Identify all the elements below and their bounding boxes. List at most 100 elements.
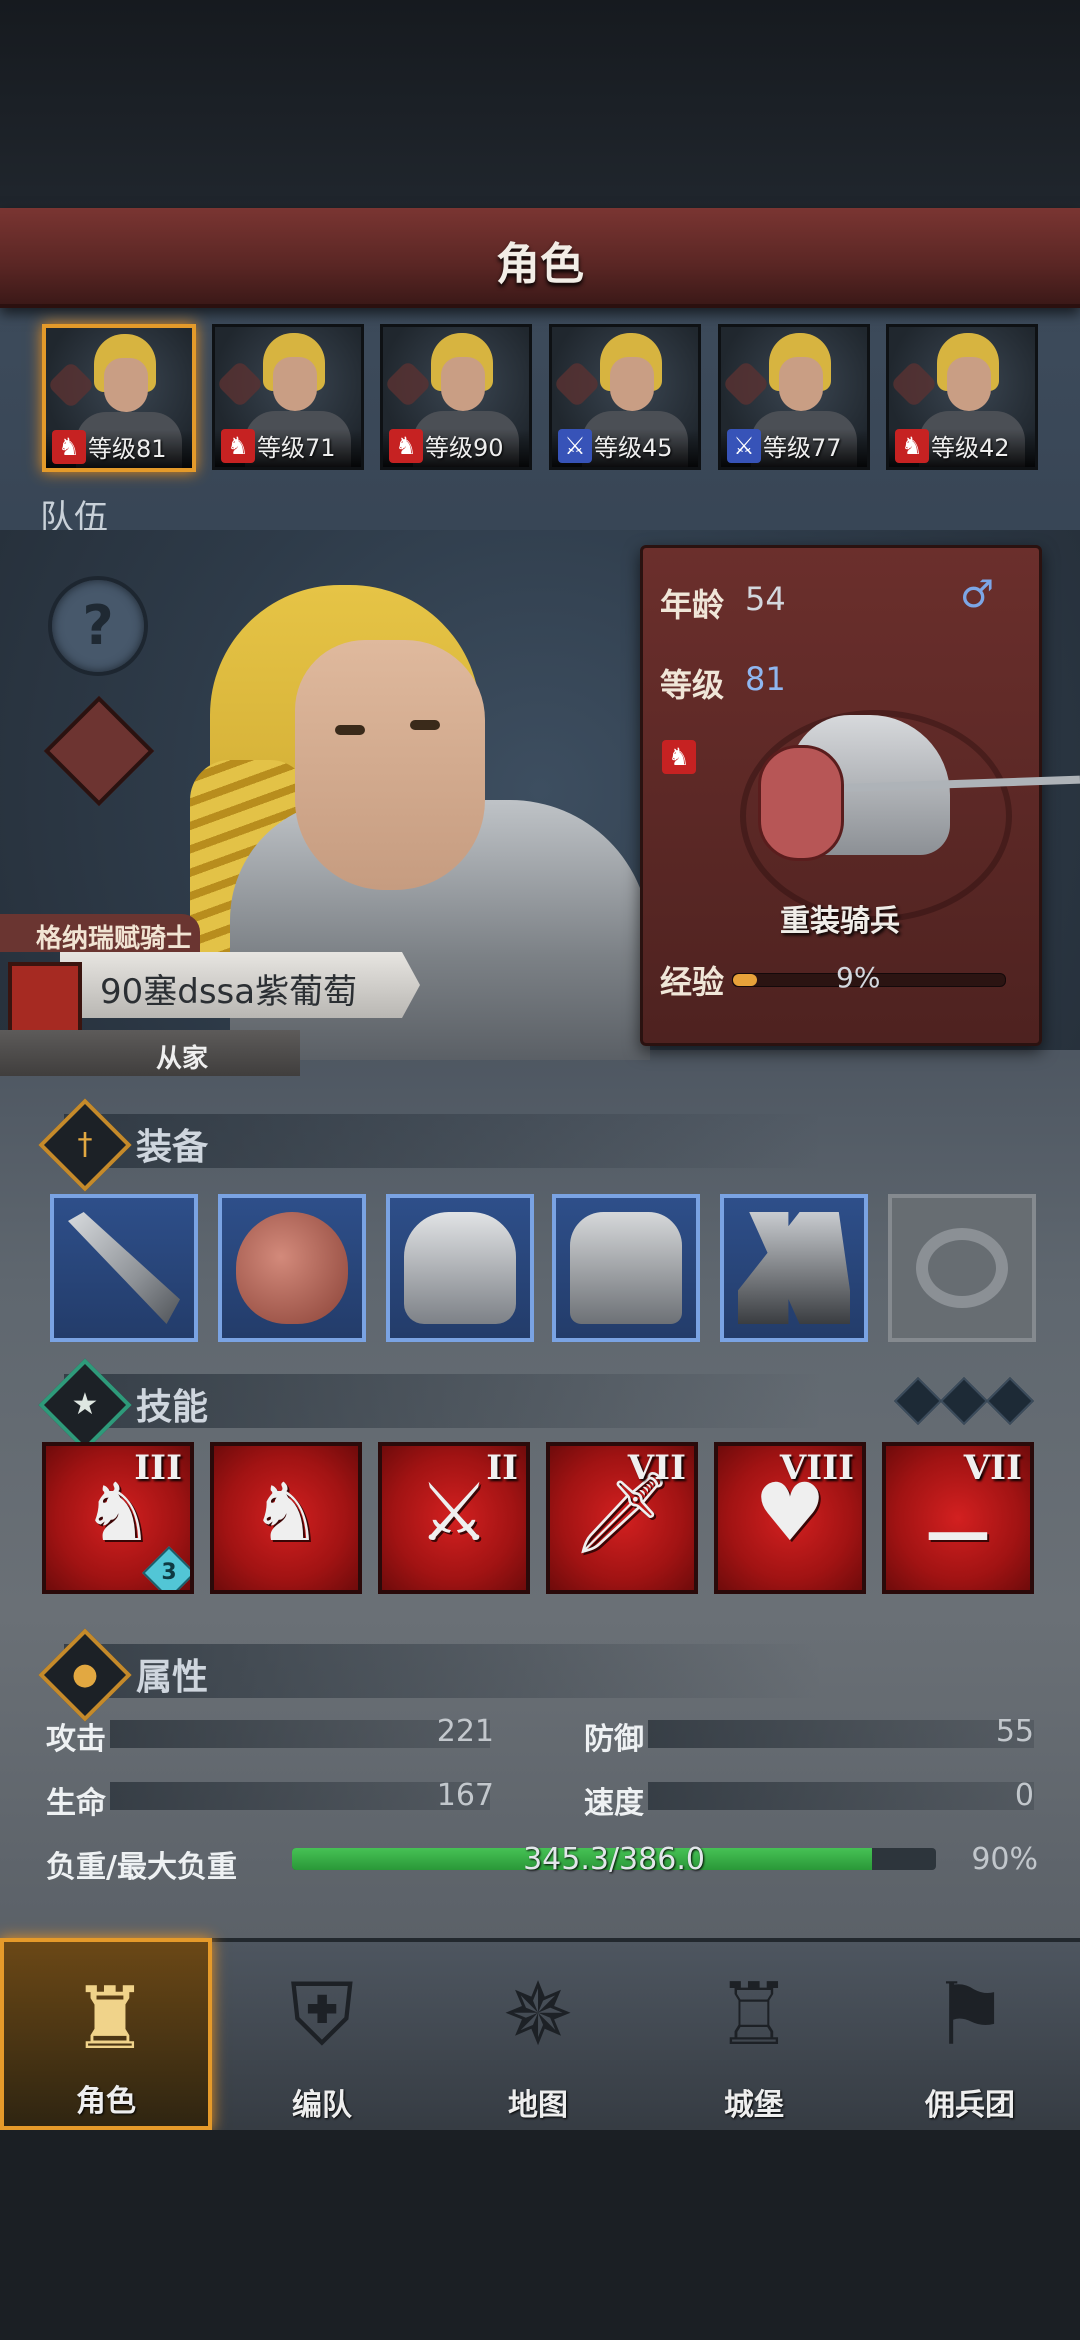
age-label: 年龄	[660, 586, 725, 624]
load-label: 负重/最大负重	[46, 1850, 237, 1885]
speed-label: 速度	[584, 1786, 644, 1821]
nav-tab-2[interactable]: ⛨ 编队	[216, 1938, 428, 2130]
portrait-face	[273, 357, 317, 411]
skill-tile[interactable]: ♥ VIII	[714, 1442, 866, 1594]
load-value: 345.3/386.0	[523, 1842, 705, 1877]
helmet-icon	[404, 1212, 516, 1324]
hero-name: 90塞dssa紫葡萄	[100, 972, 358, 1012]
mercenary-icon: ⚑	[931, 1965, 1009, 2065]
roster-card[interactable]: ⚔ 等级45	[549, 324, 701, 470]
nav-tab-5[interactable]: ⚑ 佣兵团	[864, 1938, 1076, 2130]
equipment-title: 装备	[136, 1127, 209, 1168]
screen-title: 角色	[496, 239, 584, 290]
nav-label: 编队	[292, 2088, 352, 2123]
skill-icon: ♞	[250, 1466, 322, 1559]
top-shade	[0, 0, 1080, 210]
portrait-face	[947, 357, 991, 411]
boots-icon	[738, 1212, 850, 1324]
roster-card[interactable]: ♞ 等级71	[212, 324, 364, 470]
skill-tile[interactable]: ♞ III 3	[42, 1442, 194, 1594]
unit-class-name: 重装骑兵	[780, 904, 900, 939]
sword-class-icon: ⚔	[558, 429, 592, 463]
skill-rank: VIII	[779, 1448, 854, 1488]
skill-tile[interactable]: ⚔ II	[378, 1442, 530, 1594]
nav-label: 角色	[76, 2084, 136, 2119]
hero-eye-left	[335, 725, 365, 735]
hero-eye-right	[410, 720, 440, 730]
skill-rank: VII	[963, 1448, 1022, 1488]
question-icon: ?	[82, 594, 114, 657]
hero-role: 从家	[156, 1044, 209, 1074]
defense-label: 防御	[584, 1722, 644, 1757]
portrait-face	[779, 357, 823, 411]
class-glyph: ♞	[901, 432, 923, 460]
nav-label: 城堡	[724, 2088, 784, 2123]
defense-value: 55	[995, 1714, 1034, 1749]
roster-card[interactable]: ⚔ 等级77	[718, 324, 870, 470]
exp-percent: 9%	[836, 961, 881, 994]
skill-rank: VII	[627, 1448, 686, 1488]
class-glyph: ♞	[58, 433, 80, 461]
knight-icon: ♜	[71, 1969, 149, 2069]
nav-tab-4[interactable]: ♖ 城堡	[648, 1938, 860, 2130]
nav-tab-3[interactable]: ✵ 地图	[432, 1938, 644, 2130]
armor-icon	[570, 1212, 682, 1324]
class-glyph: ⚔	[564, 432, 586, 460]
hero-title: 格纳瑞赋骑士	[36, 924, 193, 954]
class-glyph: ♞	[395, 432, 417, 460]
help-button[interactable]: ?	[48, 576, 148, 676]
male-icon: ♂	[960, 572, 995, 616]
hp-value: 167	[436, 1778, 494, 1813]
level-value: 81	[745, 660, 786, 698]
attributes-title: 属性	[136, 1657, 209, 1698]
skills-title: 技能	[136, 1387, 209, 1428]
nav-tab-1[interactable]: ♜ 角色	[0, 1938, 212, 2130]
portrait-face	[441, 357, 485, 411]
equipment-slot[interactable]	[50, 1194, 198, 1342]
equipment-slot[interactable]	[720, 1194, 868, 1342]
lance-icon	[68, 1212, 180, 1324]
attack-value: 221	[436, 1714, 494, 1749]
age-value: 54	[745, 580, 786, 618]
load-percent: 90%	[971, 1842, 1038, 1877]
portrait-face	[104, 358, 148, 412]
equipment-slot[interactable]	[386, 1194, 534, 1342]
skill-rank: II	[486, 1448, 518, 1488]
compass-icon: ✵	[501, 1965, 575, 2065]
equipment-slot[interactable]	[218, 1194, 366, 1342]
equipment-slot[interactable]	[552, 1194, 700, 1342]
cavalry-class-icon: ♞	[52, 430, 86, 464]
attack-label: 攻击	[46, 1722, 106, 1757]
roster-level: 等级71	[257, 434, 336, 462]
class-glyph: ♞	[227, 432, 249, 460]
roster-level: 等级42	[931, 434, 1010, 462]
roster-level: 等级90	[425, 434, 504, 462]
speed-value: 0	[1014, 1778, 1034, 1813]
shield-figure	[758, 745, 844, 861]
exp-bar-fill	[733, 974, 758, 986]
sword-class-icon: ⚔	[727, 429, 761, 463]
ring-icon	[916, 1228, 1008, 1308]
skill-level-number: 3	[161, 1560, 177, 1585]
hero-face	[295, 640, 485, 890]
roster-card[interactable]: ♞ 等级90	[380, 324, 532, 470]
castle-icon: ♖	[715, 1965, 793, 2065]
cavalry-class-icon: ♞	[662, 740, 696, 774]
bottom-shade	[0, 2130, 1080, 2340]
skill-tile[interactable]: ⚊ VII	[882, 1442, 1034, 1594]
roster-level: 等级81	[88, 435, 167, 463]
nav-label: 佣兵团	[925, 2088, 1015, 2123]
shield-icon	[236, 1212, 348, 1324]
roster-card[interactable]: ♞ 等级81	[42, 324, 196, 472]
equipment-slot[interactable]	[888, 1194, 1036, 1342]
skill-tile[interactable]: 🗡 VII	[546, 1442, 698, 1594]
skill-tile[interactable]: ♞	[210, 1442, 362, 1594]
helmet-formation-icon: ⛨	[289, 1965, 355, 2065]
cavalry-class-icon: ♞	[895, 429, 929, 463]
nav-label: 地图	[508, 2088, 568, 2123]
cavalry-class-icon: ♞	[221, 429, 255, 463]
level-label: 等级	[660, 666, 725, 704]
portrait-face	[610, 357, 654, 411]
skill-rank: III	[134, 1448, 182, 1488]
roster-card[interactable]: ♞ 等级42	[886, 324, 1038, 470]
